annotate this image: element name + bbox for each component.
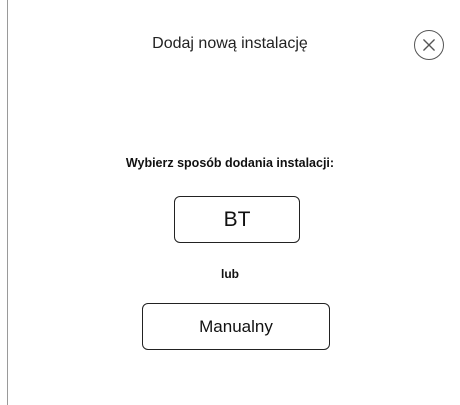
- dialog-title: Dodaj nową instalację: [152, 35, 308, 52]
- method-prompt: Wybierz sposób dodania instalacji:: [125, 156, 335, 170]
- close-circle-icon: [423, 39, 435, 51]
- manual-button[interactable]: Manualny: [142, 303, 330, 350]
- close-button[interactable]: [414, 30, 444, 60]
- or-separator: lub: [221, 267, 239, 281]
- bt-button[interactable]: BT: [174, 196, 300, 243]
